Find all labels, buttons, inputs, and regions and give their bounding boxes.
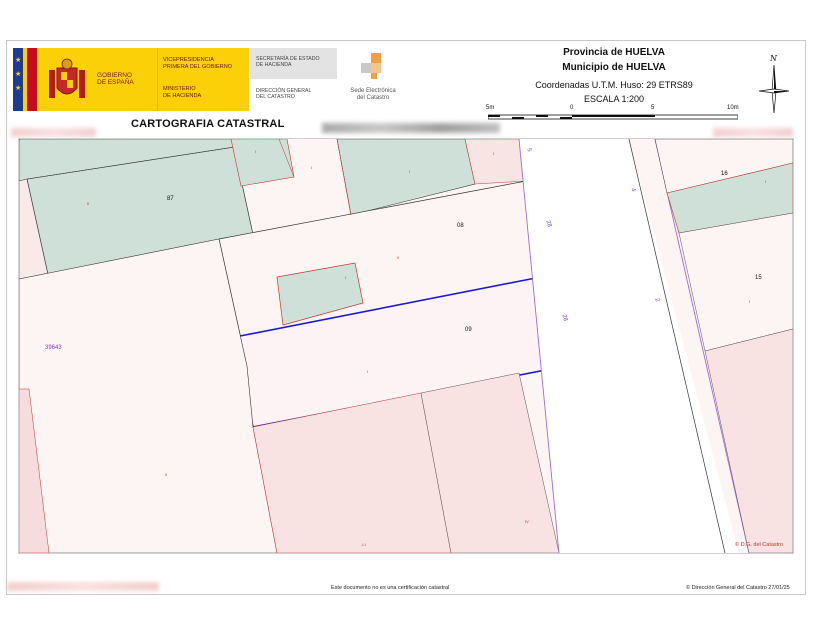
vicepresidencia-label: VICEPRESIDENCIA PRIMERA DEL GOBIERNO [163,57,233,70]
scale-tick-10m: 10m [727,105,739,111]
ministerio-label: MINISTERIO DE HACIENDA [163,86,202,99]
sublabel: I [765,179,767,184]
block-label-39643: 39643 [45,345,62,351]
sublabel: -I-I [361,542,366,547]
redacted-footer-left [7,582,159,591]
svg-text:N: N [769,54,778,63]
gobierno-label: GOBIERNO DE ESPAÑA [97,72,134,86]
sublabel: I [493,151,495,156]
provincia-label: Provincia de HUELVA [563,47,665,58]
scale-tick-5: 5 [651,105,655,111]
sede-electronica-label: Sede Electrónica del Catastro [350,88,396,101]
cadastral-map-svg [19,139,793,553]
parcel-label-09: 09 [465,327,472,333]
svg-text:★: ★ [15,84,21,92]
parcel-label-87: 87 [167,196,174,202]
sublabel: I [345,275,347,280]
svg-text:★: ★ [15,56,21,64]
redacted-reference-center [322,123,500,133]
secretaria-box: SECRETARÍA DE ESTADO DE HACIENDA [250,48,337,79]
redacted-reference-right [713,128,793,137]
parcel-label-15: 15 [755,275,762,281]
sublabel: I [255,149,257,154]
scale-tick-5m-left: 5m [486,105,495,111]
sublabel: II [87,201,90,206]
coat-of-arms-icon [49,58,85,98]
sublabel: I [409,169,411,174]
direccion-general-label: DIRECCIÓN GENERAL DEL CATASTRO [256,88,312,101]
north-arrow-icon: N [758,54,790,114]
scale-bar [488,114,738,120]
sublabel: I [367,369,369,374]
sublabel: IV [525,519,529,524]
coordinates-label: Coordenadas U.T.M. Huso: 29 ETRS89 [535,80,693,90]
spain-flag-icon: ★ ★ ★ [13,48,37,111]
svg-text:★: ★ [15,70,21,78]
scale-label: ESCALA 1:200 [583,94,645,104]
sublabel: I [749,299,751,304]
municipio-label: Municipio de HUELVA [562,62,666,73]
parcel-label-16: 16 [721,171,728,177]
sublabel: II [397,255,400,260]
page-title: CARTOGRAFIA CATASTRAL [131,118,285,130]
sede-electronica-logo-icon [361,53,381,79]
scale-tick-0: 0 [570,105,574,111]
government-logo-block: ★ ★ ★ GOBIERNO DE ESPAÑA VICEPRESIDENCIA… [13,48,249,111]
sublabel: I [311,165,313,170]
catastral-sheet: ★ ★ ★ GOBIERNO DE ESPAÑA VICEPRESIDENCIA… [6,40,806,595]
cadastral-map[interactable]: 87 08 09 16 15 39643 28 28 4 2 5 © D.G. … [18,138,794,554]
redacted-reference-left [11,128,96,137]
sublabel: II [165,472,168,477]
parcel-label-08: 08 [457,223,464,229]
map-copyright-label: © D.G. del Catastro [735,542,784,548]
footer-copyright: © Dirección General del Catastro 27/01/2… [686,585,790,591]
disclaimer-text: Este documento no es una certificación c… [331,585,450,591]
